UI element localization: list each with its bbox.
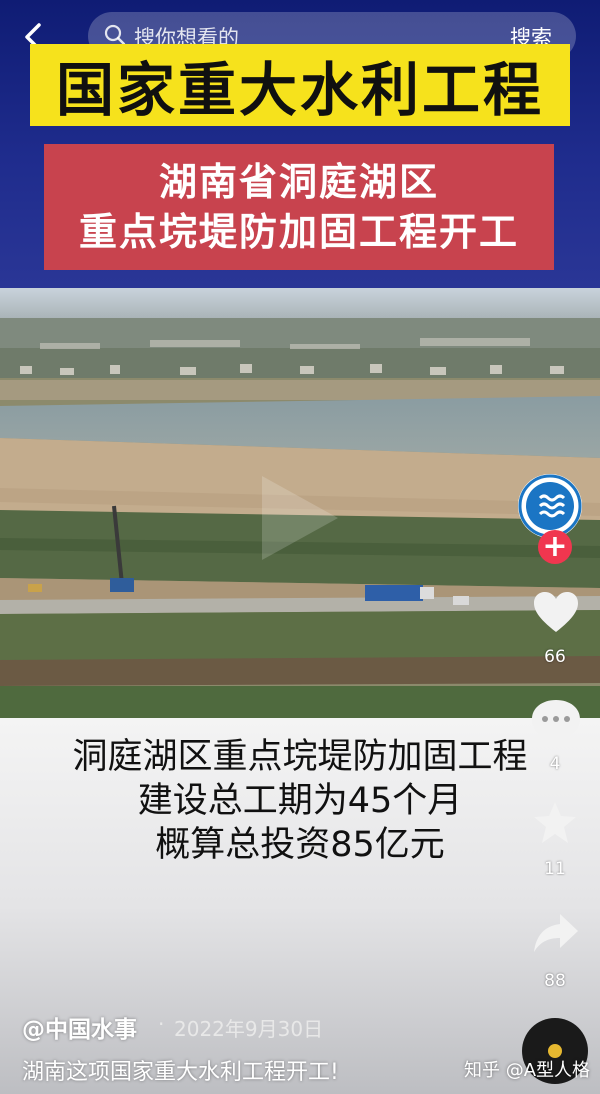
subtitle-line-2: 重点垸堤防加固工程开工: [78, 210, 519, 254]
share-icon[interactable]: [532, 912, 580, 954]
meta-separator: ·: [158, 1012, 165, 1036]
post-description: 湖南这项国家重大水利工程开工!: [22, 1060, 339, 1085]
banner-title: 国家重大水利工程: [55, 56, 544, 124]
follow-button[interactable]: +: [538, 530, 572, 564]
likes-count: 66: [544, 647, 566, 667]
video-caption: 洞庭湖区重点垸堤防加固工程 建设总工期为45个月 概算总投资85亿元: [0, 735, 600, 867]
video-frame[interactable]: [0, 288, 600, 718]
heart-icon[interactable]: [532, 590, 580, 634]
star-icon[interactable]: [532, 800, 578, 846]
post-date: 2022年9月30日: [174, 1017, 324, 1041]
post-author[interactable]: @中国水事: [22, 1010, 137, 1044]
comments-count: 4: [549, 754, 561, 774]
caption-line-3: 概算总投资85亿元: [155, 825, 445, 865]
subtitle-banner: 湖南省洞庭湖区 重点垸堤防加固工程开工: [44, 144, 554, 270]
title-banner: 国家重大水利工程: [30, 44, 570, 126]
shares-count: 88: [544, 971, 566, 991]
watermark: 知乎 @A型人格: [464, 1060, 591, 1081]
favorites-count: 11: [544, 859, 566, 879]
comment-icon[interactable]: [530, 698, 582, 744]
caption-line-2: 建设总工期为45个月: [137, 781, 463, 821]
caption-line-1: 洞庭湖区重点垸堤防加固工程: [72, 737, 528, 777]
subtitle-line-1: 湖南省洞庭湖区: [158, 160, 439, 204]
